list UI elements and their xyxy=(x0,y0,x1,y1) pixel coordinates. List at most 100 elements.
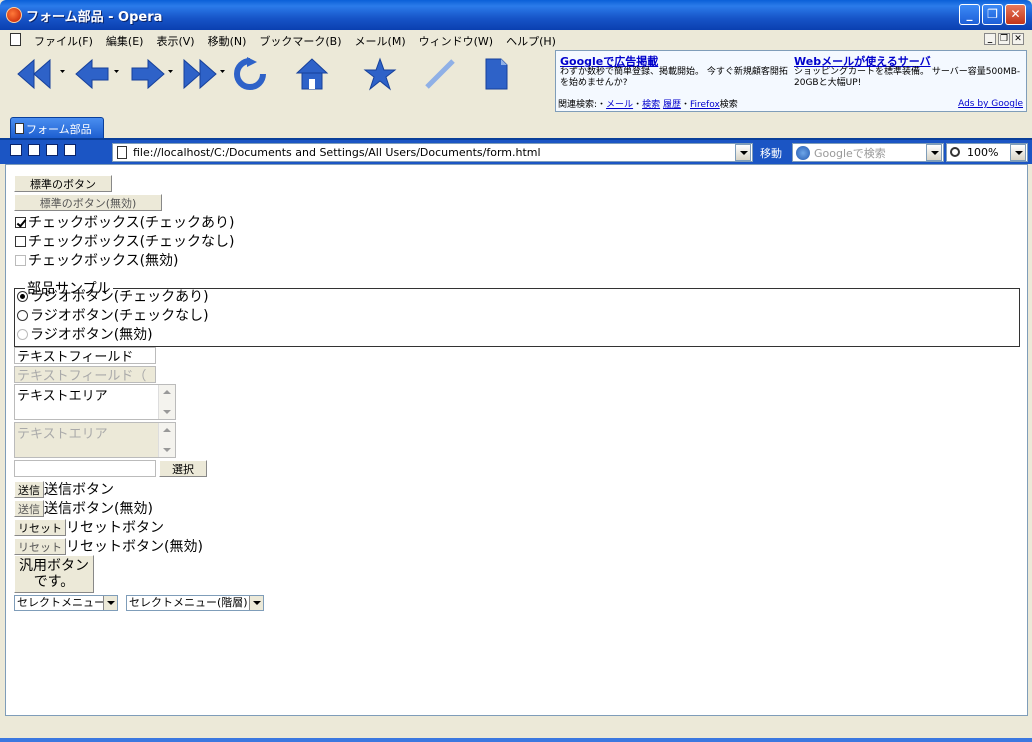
scroll-up-icon[interactable] xyxy=(163,390,171,394)
reload-icon xyxy=(234,57,266,90)
print-icon[interactable] xyxy=(46,144,58,156)
rewind-button[interactable] xyxy=(14,54,54,94)
maximize-button[interactable]: ❐ xyxy=(982,4,1003,25)
radio-disabled xyxy=(17,328,28,340)
forward-button[interactable] xyxy=(128,54,168,94)
menu-help[interactable]: ヘルプ(H) xyxy=(506,33,556,49)
checkbox-disabled-label: チェックボックス(無効) xyxy=(28,253,179,269)
rewind-icon xyxy=(17,58,51,90)
related-link-history[interactable]: 履歴 xyxy=(663,100,681,110)
search-input[interactable] xyxy=(814,145,924,160)
menu-view[interactable]: 表示(V) xyxy=(156,33,194,49)
star-icon xyxy=(363,57,397,91)
back-button[interactable] xyxy=(72,54,112,94)
reload-button[interactable] xyxy=(230,54,270,94)
checkbox-checked[interactable] xyxy=(15,216,26,228)
back-dropdown-icon[interactable] xyxy=(114,70,119,73)
text-area-disabled-value: テキストエリア xyxy=(17,427,108,442)
menu-file[interactable]: ファイル(F) xyxy=(34,33,93,49)
generic-button[interactable]: 汎用ボタン です。 xyxy=(14,555,94,593)
notes-button[interactable] xyxy=(476,54,516,94)
menu-mail[interactable]: メール(M) xyxy=(355,33,406,49)
title-bar: フォーム部品 - Opera _ ❐ ✕ xyxy=(0,0,1032,30)
fast-forward-button[interactable] xyxy=(180,54,220,94)
search-field[interactable] xyxy=(792,143,944,162)
select-menu[interactable]: セレクトメニュー xyxy=(14,595,118,611)
chevron-down-icon[interactable] xyxy=(103,596,117,610)
related-search-prefix: 関連検索:・ xyxy=(558,100,607,110)
url-field[interactable] xyxy=(112,143,753,162)
fast-forward-dropdown-icon[interactable] xyxy=(220,70,225,73)
close-button[interactable]: ✕ xyxy=(1005,4,1026,25)
edit-button[interactable] xyxy=(420,54,460,94)
url-history-dropdown[interactable] xyxy=(735,144,751,161)
checkbox-checked-row[interactable]: チェックボックス(チェックあり) xyxy=(15,212,235,232)
security-icon[interactable] xyxy=(10,144,22,156)
checkbox-unchecked-label: チェックボックス(チェックなし) xyxy=(28,234,235,250)
menu-bookmarks[interactable]: ブックマーク(B) xyxy=(259,33,341,49)
generic-button-line2: です。 xyxy=(33,574,75,590)
magnifier-icon xyxy=(950,147,960,157)
page-menu-icon[interactable] xyxy=(64,144,76,156)
submit-row: 送信 送信ボタン xyxy=(14,479,114,499)
file-path-field[interactable] xyxy=(14,460,156,477)
rewind-dropdown-icon[interactable] xyxy=(60,70,65,73)
back-arrow-icon xyxy=(75,58,109,90)
radio-checked-row[interactable]: ラジオボタン(チェックあり) xyxy=(17,286,209,306)
minimize-button[interactable]: _ xyxy=(959,4,980,25)
text-area-disabled-scrollbar xyxy=(158,423,175,457)
fast-forward-icon xyxy=(183,58,217,90)
checkbox-unchecked[interactable] xyxy=(15,235,26,247)
tab-form-parts[interactable]: フォーム部品 xyxy=(10,117,104,138)
menu-edit[interactable]: 編集(E) xyxy=(106,33,144,49)
taskbar-edge xyxy=(0,738,1032,742)
submit-disabled-row: 送信 送信ボタン(無効) xyxy=(14,498,153,518)
related-link-mail[interactable]: メール xyxy=(606,100,633,110)
url-input[interactable] xyxy=(133,145,723,160)
page-content: 標準のボタン 標準のボタン(無効) チェックボックス(チェックあり) チェックボ… xyxy=(5,164,1028,716)
radio-checked[interactable] xyxy=(17,290,28,302)
checkbox-disabled xyxy=(15,254,26,266)
opera-logo-icon xyxy=(6,7,22,23)
select-menu-hierarchical[interactable]: セレクトメニュー(階層) xyxy=(126,595,264,611)
go-button[interactable]: 移動 xyxy=(760,145,782,161)
mdi-minimize-button[interactable]: _ xyxy=(984,33,996,45)
radio-unchecked[interactable] xyxy=(17,309,28,321)
chevron-down-icon[interactable] xyxy=(249,596,263,610)
zoom-value: 100% xyxy=(967,146,999,159)
checkbox-unchecked-row[interactable]: チェックボックス(チェックなし) xyxy=(15,231,235,251)
mdi-restore-button[interactable]: ❐ xyxy=(998,33,1010,45)
text-area-scrollbar[interactable] xyxy=(158,385,175,419)
page-icon xyxy=(485,58,508,90)
related-link-firefox[interactable]: Firefox xyxy=(690,100,720,110)
home-icon xyxy=(295,58,329,90)
scroll-down-icon[interactable] xyxy=(163,410,171,414)
menu-navigate[interactable]: 移動(N) xyxy=(208,33,247,49)
related-link-search[interactable]: 検索 xyxy=(642,100,660,110)
ad-text-2: ショッピングカートを標準装備。 サーバー容量500MB-20GBと大幅UP! xyxy=(794,67,1021,88)
text-area[interactable]: テキストエリア xyxy=(14,384,176,420)
reset-button[interactable]: リセット xyxy=(14,518,66,536)
standard-button-disabled: 標準のボタン(無効) xyxy=(14,194,162,211)
radio-checked-label: ラジオボタン(チェックあり) xyxy=(30,289,209,305)
document-icon[interactable] xyxy=(10,33,21,46)
ads-by-google-link[interactable]: Ads by Google xyxy=(958,99,1023,109)
tab-bar: フォーム部品 xyxy=(0,114,1032,138)
mdi-close-button[interactable]: ✕ xyxy=(1012,33,1024,45)
screenshot-icon[interactable] xyxy=(28,144,40,156)
zoom-dropdown[interactable] xyxy=(1010,144,1026,161)
radio-unchecked-row[interactable]: ラジオボタン(チェックなし) xyxy=(17,305,209,325)
home-button[interactable] xyxy=(292,54,332,94)
checkbox-checked-label: チェックボックス(チェックあり) xyxy=(28,215,235,231)
reset-disabled-row: リセット リセットボタン(無効) xyxy=(14,536,203,556)
radio-disabled-label: ラジオボタン(無効) xyxy=(30,327,153,343)
forward-dropdown-icon[interactable] xyxy=(168,70,173,73)
file-select-button[interactable]: 選択 xyxy=(159,460,207,477)
bookmark-button[interactable] xyxy=(360,54,400,94)
search-engine-dropdown[interactable] xyxy=(926,144,942,161)
reset-label: リセットボタン xyxy=(66,520,164,536)
standard-button[interactable]: 標準のボタン xyxy=(14,175,112,192)
submit-button[interactable]: 送信 xyxy=(14,480,44,498)
menu-window[interactable]: ウィンドウ(W) xyxy=(419,33,493,49)
text-field[interactable] xyxy=(14,347,156,364)
